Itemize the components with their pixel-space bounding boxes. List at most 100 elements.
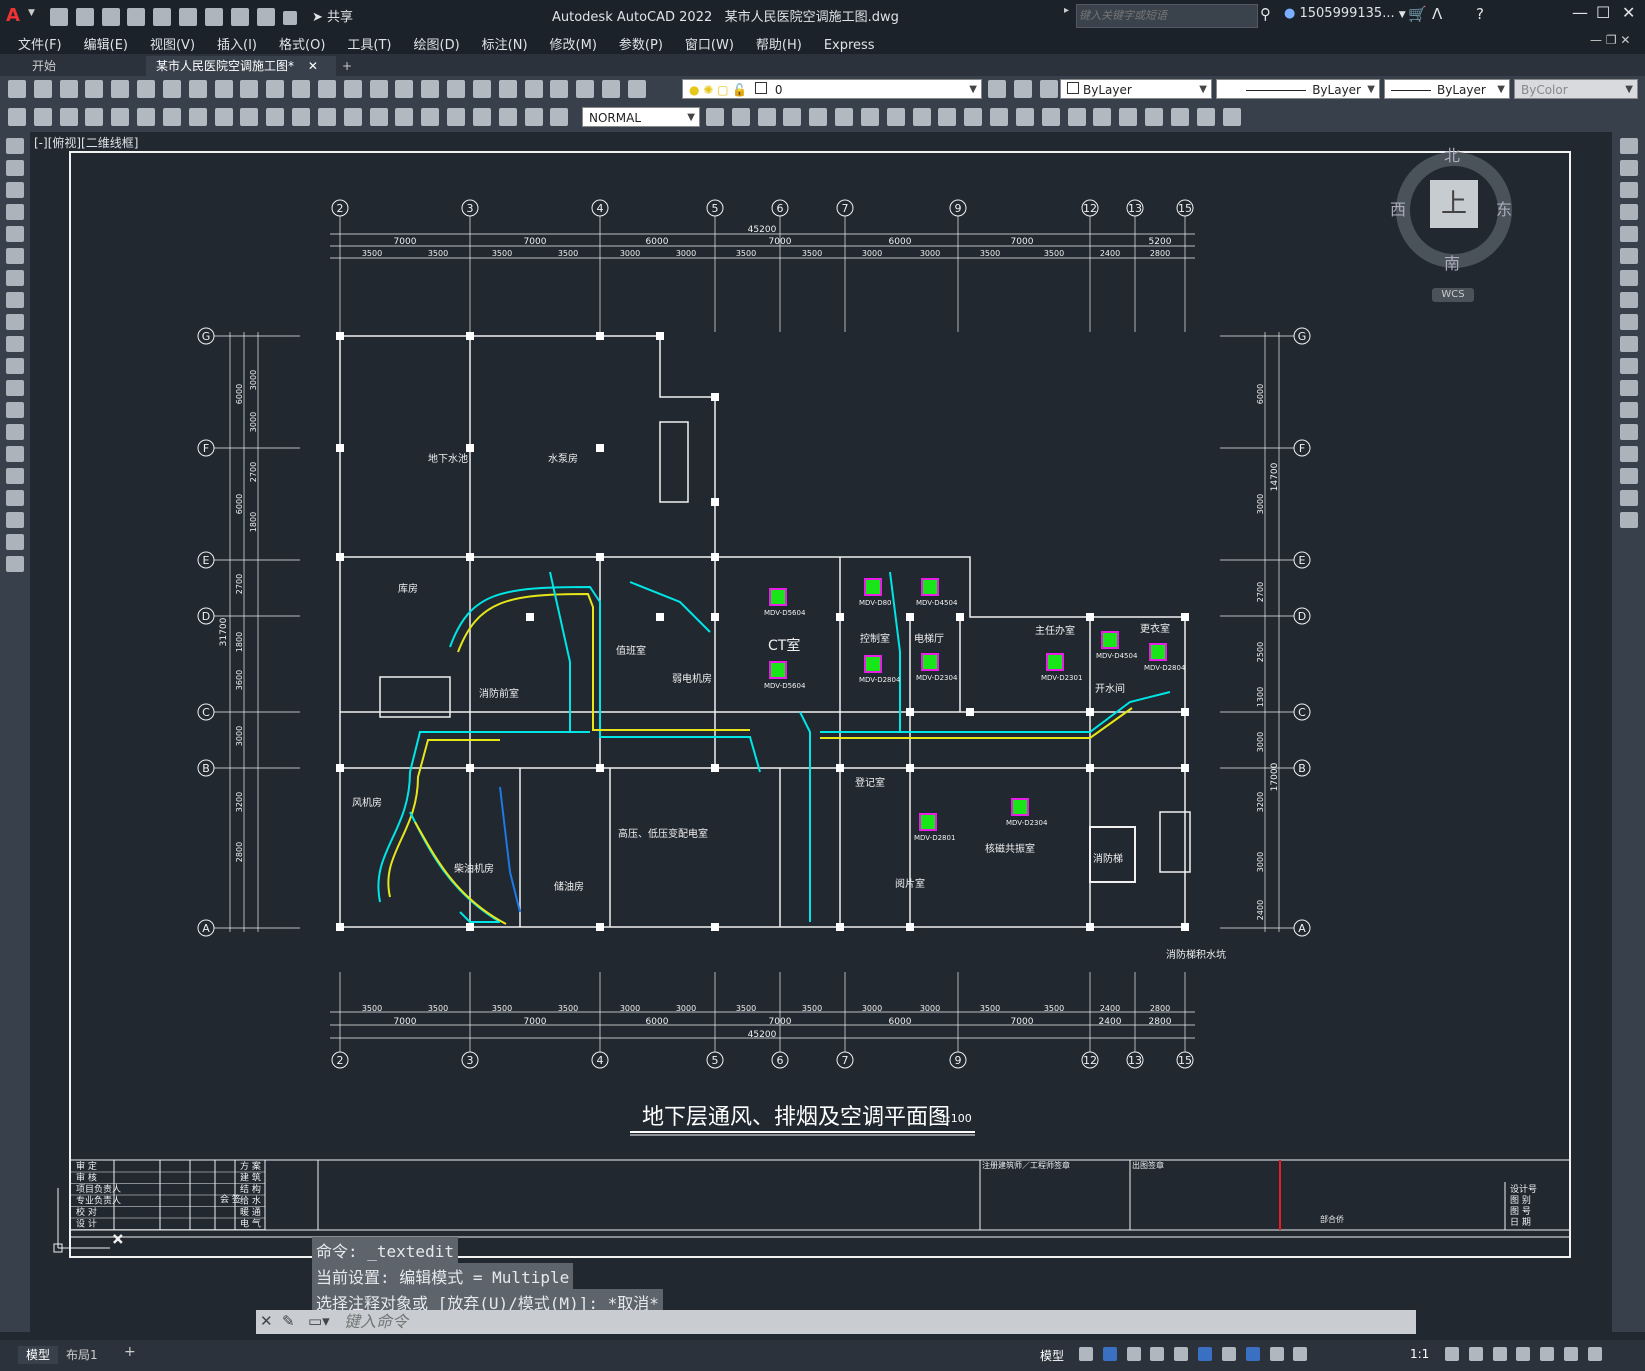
search-expand-icon[interactable]: ▸ <box>1064 5 1069 16</box>
open-web-icon[interactable] <box>153 8 172 26</box>
viewcube-top-face[interactable]: 上 <box>1430 180 1478 228</box>
add-tab-button[interactable]: + <box>332 56 362 76</box>
polygon-icon[interactable] <box>6 204 24 220</box>
add-selected-icon[interactable] <box>6 556 24 572</box>
model-space-toggle[interactable]: 模型 <box>1040 1347 1064 1364</box>
make-block-icon[interactable] <box>6 402 24 418</box>
auto-scale-icon[interactable] <box>1269 1347 1284 1361</box>
3d-dwf-icon[interactable] <box>162 80 181 98</box>
user-account[interactable]: ● 1505999135... ▼ <box>1284 6 1406 21</box>
plot-icon[interactable] <box>204 8 223 26</box>
trim-icon[interactable] <box>1619 336 1638 352</box>
redo-icon[interactable] <box>317 80 336 98</box>
ungroup-icon[interactable] <box>1196 108 1215 126</box>
linear-dim-icon[interactable] <box>85 108 104 126</box>
annotation-visibility-icon[interactable] <box>1245 1347 1260 1361</box>
doc-window-controls[interactable]: — ❐ ✕ <box>1590 33 1630 47</box>
status-menu-icon[interactable] <box>1587 1347 1602 1361</box>
save-web-icon[interactable] <box>179 8 198 26</box>
zoom-previous-icon[interactable] <box>421 80 440 98</box>
lineweight-icon[interactable] <box>1221 1347 1236 1361</box>
point-icon[interactable] <box>6 424 24 440</box>
array-icon[interactable] <box>835 108 854 126</box>
break-icon[interactable] <box>1619 402 1638 418</box>
move-icon[interactable] <box>1619 248 1638 264</box>
move-icon[interactable] <box>860 108 879 126</box>
lineweight-dropdown[interactable]: ByLayer ▼ <box>1384 79 1510 99</box>
grid-icon[interactable] <box>1079 1347 1093 1361</box>
copy-icon[interactable] <box>1619 160 1638 176</box>
block-icon[interactable] <box>1222 108 1241 126</box>
menu-item[interactable]: 窗口(W) <box>685 34 734 53</box>
save-icon[interactable] <box>59 80 78 98</box>
publish-icon[interactable] <box>137 80 156 98</box>
table-icon[interactable] <box>6 512 24 528</box>
sheet-set-icon[interactable] <box>524 80 543 98</box>
search-input[interactable] <box>1076 4 1258 28</box>
extend-icon[interactable] <box>990 108 1009 126</box>
copy-icon[interactable] <box>214 80 233 98</box>
offset-icon[interactable] <box>809 108 828 126</box>
construction-line-icon[interactable] <box>6 160 24 176</box>
annotation-scale[interactable]: 1:1 <box>1410 1347 1429 1361</box>
plotstyle-dropdown[interactable]: ByColor ▼ <box>1514 79 1638 99</box>
undo-icon[interactable] <box>230 8 249 26</box>
menu-item[interactable]: 帮助(H) <box>756 34 802 53</box>
dim-edit-icon[interactable] <box>498 108 517 126</box>
close-window-button[interactable]: ✕ <box>1622 3 1635 22</box>
insert-block-icon[interactable] <box>6 380 24 396</box>
polar-icon[interactable] <box>1150 1347 1165 1361</box>
continue-dim-icon[interactable] <box>343 108 362 126</box>
group-icon[interactable] <box>1170 108 1189 126</box>
linetype-dropdown[interactable]: ByLayer ▼ <box>1216 79 1380 99</box>
dim-update-icon[interactable] <box>550 108 569 126</box>
object-snap-icon[interactable] <box>1198 1347 1213 1361</box>
extend-icon[interactable] <box>1619 358 1638 374</box>
design-center-icon[interactable] <box>472 80 491 98</box>
dim-style-dropdown[interactable]: NORMAL ▼ <box>582 107 700 127</box>
model-tab[interactable]: 模型 <box>18 1346 58 1364</box>
gradient-icon[interactable] <box>6 468 24 484</box>
save-as-icon[interactable] <box>127 8 146 26</box>
inspect-icon[interactable] <box>472 108 491 126</box>
customization-icon[interactable] <box>1564 1347 1579 1361</box>
isolate-objects-icon[interactable] <box>1492 1347 1507 1361</box>
mirror-icon[interactable] <box>1619 182 1638 198</box>
workspace-gear-icon[interactable] <box>1445 1347 1459 1361</box>
isodraft-icon[interactable] <box>1174 1347 1189 1361</box>
jogged-dim-icon[interactable] <box>214 108 233 126</box>
share-button[interactable]: ➤ 共享 <box>312 6 353 25</box>
line-icon[interactable] <box>6 138 24 154</box>
preview-icon[interactable] <box>111 80 130 98</box>
join-icon[interactable] <box>1619 424 1638 440</box>
hardware-acceleration-icon[interactable] <box>1516 1347 1531 1361</box>
snap-icon[interactable] <box>1102 1347 1117 1361</box>
center-mark-icon[interactable] <box>447 108 466 126</box>
make-current-icon[interactable] <box>988 80 1006 98</box>
minimize-button[interactable]: — <box>1572 3 1588 22</box>
viewcube-west[interactable]: 西 <box>1390 196 1406 220</box>
command-input[interactable] <box>342 1312 1406 1333</box>
redo-icon[interactable] <box>256 8 275 26</box>
close-tab-icon[interactable]: ✕ <box>308 59 318 73</box>
dim-space-icon[interactable] <box>369 108 388 126</box>
draw-order-icon[interactable] <box>1145 108 1164 126</box>
layer-manager-icon[interactable] <box>627 80 646 98</box>
help-icon[interactable] <box>602 80 621 98</box>
help-icon[interactable]: ? <box>1476 5 1484 23</box>
explode-icon[interactable] <box>1619 512 1638 528</box>
ellipse-icon[interactable] <box>6 336 24 352</box>
tool-palettes-icon[interactable] <box>498 80 517 98</box>
offset-icon[interactable] <box>1619 204 1638 220</box>
fillet-icon[interactable] <box>1619 468 1638 484</box>
fillet-icon[interactable] <box>1093 108 1112 126</box>
annotation-monitor-icon[interactable] <box>1468 1347 1483 1361</box>
layer-dropdown[interactable]: ● ✺ ▢ 🔓 0 ▼ <box>682 79 982 99</box>
ortho-icon[interactable] <box>1126 1347 1141 1361</box>
quick-dim-icon[interactable] <box>292 108 311 126</box>
erase-icon[interactable] <box>1619 138 1638 154</box>
color-dropdown[interactable]: ByLayer ▼ <box>1060 79 1212 99</box>
polyline-icon[interactable] <box>6 182 24 198</box>
scale-icon[interactable] <box>912 108 931 126</box>
stretch-icon[interactable] <box>1619 314 1638 330</box>
